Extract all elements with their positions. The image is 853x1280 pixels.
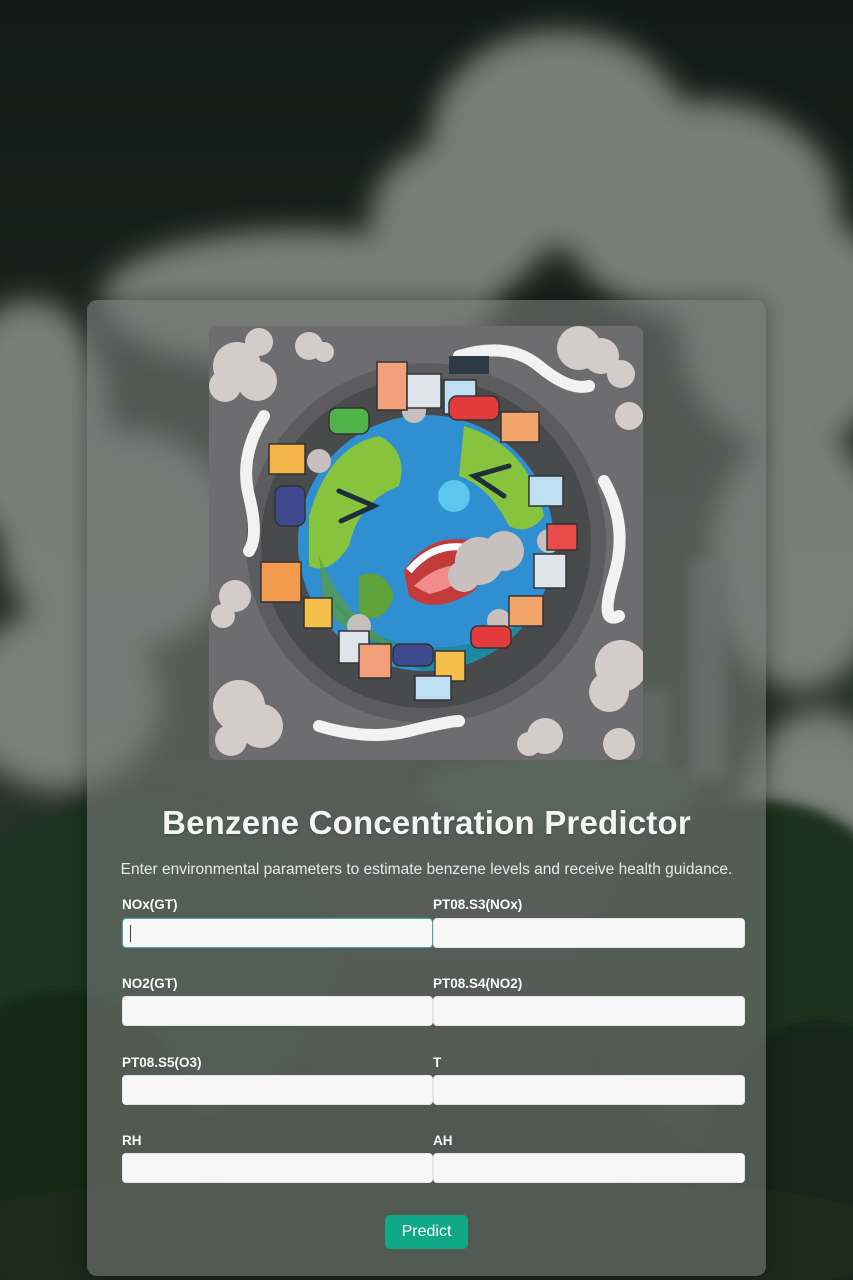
pt08-s5-o3-input[interactable] (122, 1075, 433, 1105)
nox-gt-input[interactable] (122, 918, 433, 948)
label-pt08-s5-o3: PT08.S5(O3) (122, 1055, 202, 1070)
label-no2-gt: NO2(GT) (122, 976, 178, 991)
label-nox-gt: NOx(GT) (122, 897, 178, 912)
page-subtitle: Enter environmental parameters to estima… (120, 861, 733, 878)
absolute-humidity-input[interactable] (433, 1153, 745, 1183)
predict-button[interactable]: Predict (385, 1215, 468, 1249)
relative-humidity-input[interactable] (122, 1153, 433, 1183)
predictor-card: Benzene Concentration Predictor Enter en… (87, 300, 766, 1276)
pt08-s3-nox-input[interactable] (433, 918, 745, 948)
label-relative-humidity: RH (122, 1133, 142, 1148)
text-caret (130, 925, 131, 942)
temperature-input[interactable] (433, 1075, 745, 1105)
label-pt08-s4-no2: PT08.S4(NO2) (433, 976, 523, 991)
label-absolute-humidity: AH (433, 1133, 453, 1148)
pt08-s4-no2-input[interactable] (433, 996, 745, 1026)
polluted-earth-icon (209, 326, 643, 760)
page-title: Benzene Concentration Predictor (162, 804, 691, 841)
label-pt08-s3-nox: PT08.S3(NOx) (433, 897, 523, 912)
no2-gt-input[interactable] (122, 996, 433, 1026)
label-temperature: T (433, 1055, 442, 1070)
